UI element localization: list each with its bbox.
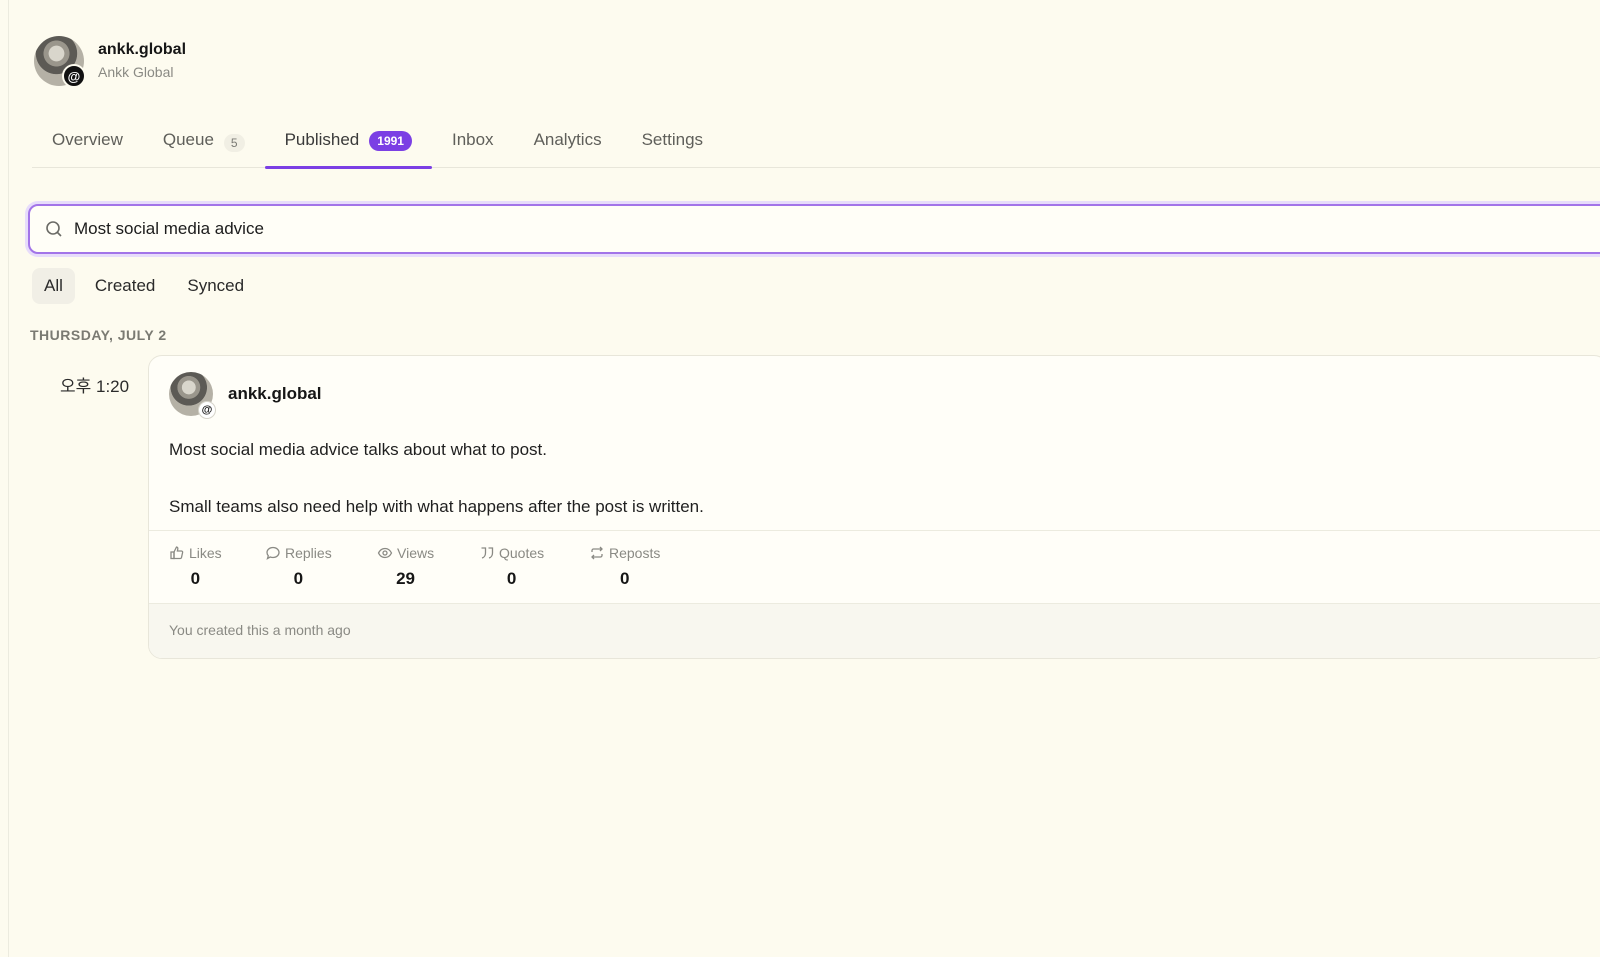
tab-overview[interactable]: Overview (32, 118, 143, 167)
metric-label: Views (397, 545, 435, 561)
eye-icon (377, 547, 393, 559)
post-body: Most social media advice talks about wha… (169, 438, 704, 519)
tab-label: Settings (641, 130, 704, 149)
search-box (28, 204, 1600, 254)
filter-all[interactable]: All (32, 268, 75, 304)
queue-count-badge: 5 (223, 134, 245, 152)
profile-header: @ ankk.global Ankk Global (34, 36, 187, 88)
metric-views: Views 29 (377, 545, 434, 589)
tab-published[interactable]: Published 1991 (264, 118, 433, 169)
post-time: 오후 1:20 (60, 377, 130, 396)
post-footer-note: You created this a month ago (149, 604, 1600, 658)
metric-reposts: Reposts 0 (589, 545, 660, 589)
speech-bubble-icon (266, 546, 280, 560)
metric-quotes: Quotes 0 (479, 545, 544, 589)
profile-display-name: Ankk Global (98, 64, 174, 80)
repost-icon (591, 546, 603, 560)
tab-analytics[interactable]: Analytics (514, 118, 622, 167)
threads-icon: @ (62, 64, 86, 88)
metric-label: Reposts (609, 545, 661, 561)
quote-icon (481, 547, 494, 559)
metric-likes: Likes 0 (169, 545, 222, 589)
date-heading: THURSDAY, JULY 2 (30, 327, 167, 343)
tab-label: Overview (52, 130, 123, 149)
tab-label: Analytics (533, 130, 602, 149)
metric-value: 0 (190, 569, 201, 588)
published-count-badge: 1991 (369, 131, 412, 151)
search-input[interactable] (74, 219, 974, 239)
search-icon (46, 221, 62, 237)
metric-replies: Replies 0 (265, 545, 332, 589)
filter-synced[interactable]: Synced (175, 268, 256, 304)
tab-label: Published (284, 130, 360, 149)
filter-group: All Created Synced (32, 268, 264, 304)
thumbs-up-icon (170, 546, 184, 560)
tab-bar: Overview Queue 5 Published 1991 Inbox An… (32, 118, 1600, 169)
tab-inbox[interactable]: Inbox (432, 118, 514, 167)
tab-label: Queue (162, 130, 214, 149)
tab-label: Inbox (451, 130, 494, 149)
tab-settings[interactable]: Settings (622, 118, 723, 167)
post-paragraph: Most social media advice talks about wha… (169, 440, 547, 459)
post-metrics: Likes 0 Replies 0 Views 29 Quotes 0 Repo… (149, 530, 1600, 604)
sidebar-divider (8, 0, 9, 957)
metric-label: Quotes (499, 545, 545, 561)
post-paragraph: Small teams also need help with what hap… (169, 497, 704, 516)
filter-created[interactable]: Created (83, 268, 167, 304)
metric-label: Replies (285, 545, 332, 561)
metric-value: 29 (396, 569, 415, 588)
metric-value: 0 (293, 569, 304, 588)
avatar: @ (169, 372, 216, 419)
tab-queue[interactable]: Queue 5 (143, 118, 265, 167)
avatar[interactable]: @ (34, 36, 86, 88)
metric-value: 0 (619, 569, 630, 588)
metric-label: Likes (189, 545, 222, 561)
post-header: @ ankk.global (169, 372, 322, 419)
post-card[interactable]: @ ankk.global Most social media advice t… (148, 355, 1600, 659)
profile-handle: ankk.global (98, 41, 187, 58)
metric-value: 0 (506, 569, 517, 588)
threads-icon: @ (198, 401, 216, 419)
post-author: ankk.global (228, 384, 322, 403)
